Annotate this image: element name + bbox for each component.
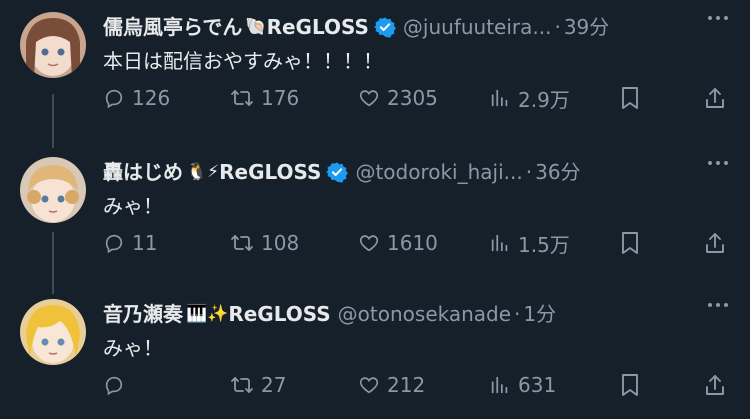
share-button[interactable] [704, 86, 726, 110]
retweet-icon [230, 232, 254, 254]
bookmark-button[interactable] [619, 373, 641, 397]
share-icon [704, 86, 726, 110]
retweet-button[interactable]: 27 [230, 373, 286, 397]
more-options-icon[interactable] [708, 303, 728, 307]
like-button[interactable]: 1610 [358, 231, 438, 255]
tweet-text: みゃ！ [103, 336, 163, 360]
bookmark-button[interactable] [619, 231, 641, 255]
like-button[interactable]: 212 [358, 373, 425, 397]
views-count: 631 [518, 373, 557, 397]
reply-icon [103, 232, 125, 254]
user-handle[interactable]: @juufuuteira... [403, 14, 552, 40]
reply-button[interactable] [103, 374, 132, 396]
retweet-count: 108 [261, 231, 300, 255]
views-button[interactable]: 2.9万 [489, 84, 570, 113]
reply-icon [103, 87, 125, 109]
bookmark-button[interactable] [619, 86, 641, 110]
views-icon [489, 374, 511, 396]
group-name[interactable]: ReGLOSS [228, 301, 330, 327]
thread-connector-line [52, 94, 54, 148]
like-count: 212 [387, 373, 426, 397]
retweet-count: 27 [261, 373, 287, 397]
name-emoji: 🐧⚡ [186, 162, 220, 182]
views-button[interactable]: 1.5万 [489, 229, 570, 258]
tweet-text: 本日は配信おやすみゃ！！！！ [103, 49, 383, 73]
tweet-header: 音乃瀬奏 🎹✨ ReGLOSS @otonosekanade · 1分 [103, 301, 556, 327]
reply-button[interactable]: 11 [103, 231, 157, 255]
verified-badge-icon [373, 16, 396, 38]
avatar[interactable] [20, 12, 86, 78]
retweet-button[interactable]: 176 [230, 86, 299, 110]
separator: · [554, 15, 561, 39]
like-icon [358, 87, 380, 109]
share-button[interactable] [704, 373, 726, 397]
more-options-icon[interactable] [708, 16, 728, 20]
views-icon [489, 87, 511, 109]
reply-count: 126 [132, 86, 171, 110]
verified-badge-icon [326, 161, 349, 183]
timestamp[interactable]: 1分 [523, 301, 556, 327]
share-icon [704, 231, 726, 255]
user-handle[interactable]: @otonosekanade [338, 301, 511, 327]
like-count: 1610 [387, 231, 438, 255]
avatar[interactable] [20, 157, 86, 223]
reply-icon [103, 374, 125, 396]
tweet-text: みゃ！ [103, 194, 163, 218]
timestamp[interactable]: 36分 [535, 159, 580, 185]
retweet-icon [230, 374, 254, 396]
like-icon [358, 232, 380, 254]
separator: · [514, 302, 521, 326]
like-icon [358, 374, 380, 396]
name-emoji: 🐚 [245, 17, 267, 37]
tweet-header: 轟はじめ 🐧⚡ ReGLOSS @todoroki_haji... · 36分 [103, 159, 581, 185]
views-count: 1.5万 [518, 232, 570, 257]
separator: · [525, 160, 533, 184]
tweet-header: 儒烏風亭らでん 🐚 ReGLOSS @juufuuteira... · 39分 [103, 14, 609, 40]
display-name[interactable]: 儒烏風亭らでん [103, 14, 242, 40]
views-icon [489, 232, 511, 254]
like-button[interactable]: 2305 [358, 86, 438, 110]
share-button[interactable] [704, 231, 726, 255]
bookmark-icon [619, 373, 641, 397]
display-name[interactable]: 轟はじめ [103, 159, 183, 185]
group-name[interactable]: ReGLOSS [267, 14, 369, 40]
views-count: 2.9万 [518, 87, 570, 112]
avatar[interactable] [20, 299, 86, 365]
more-options-icon[interactable] [708, 161, 728, 165]
retweet-icon [230, 87, 254, 109]
bookmark-icon [619, 86, 641, 110]
retweet-button[interactable]: 108 [230, 231, 299, 255]
reply-button[interactable]: 126 [103, 86, 170, 110]
reply-count: 11 [132, 231, 158, 255]
views-button[interactable]: 631 [489, 373, 556, 397]
bookmark-icon [619, 231, 641, 255]
retweet-count: 176 [261, 86, 300, 110]
display-name[interactable]: 音乃瀬奏 [103, 301, 183, 327]
thread-connector-line [52, 232, 54, 294]
group-name[interactable]: ReGLOSS [219, 159, 321, 185]
name-emoji: 🎹✨ [186, 304, 229, 324]
like-count: 2305 [387, 86, 438, 110]
share-icon [704, 373, 726, 397]
timestamp[interactable]: 39分 [564, 14, 609, 40]
user-handle[interactable]: @todoroki_haji... [355, 159, 522, 185]
